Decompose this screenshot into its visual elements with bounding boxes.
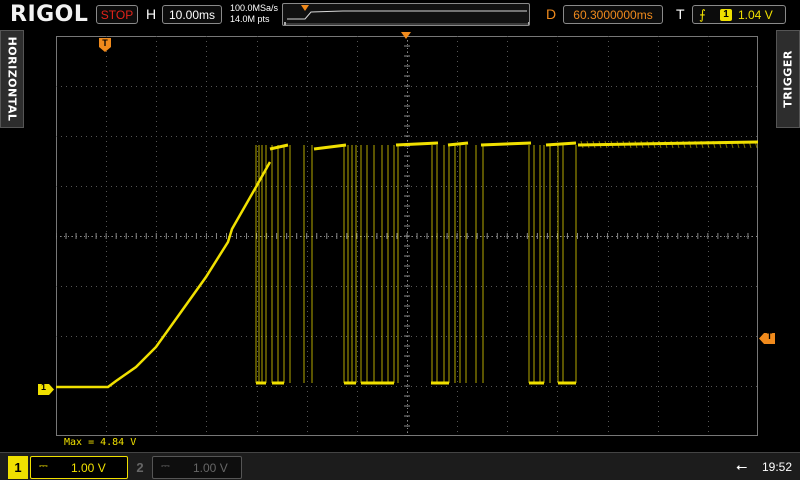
trace-high-segment xyxy=(313,143,347,151)
horizontal-label: H xyxy=(146,6,157,22)
horizontal-scale-value: 10.00ms xyxy=(168,8,216,22)
acquisition-info: 100.0MSa/s 14.0M pts xyxy=(230,3,278,25)
trace-rise-segment xyxy=(56,161,272,389)
trace-high-segment xyxy=(269,143,289,151)
trigger-box[interactable]: ⨍ 1 1.04 V xyxy=(692,5,786,24)
preview-trace xyxy=(287,10,527,20)
bottom-status-bar: 1 ⎓ 1.00 V 2 ⎓ 1.00 V ⭠ 19:52 xyxy=(0,452,800,480)
sample-rate: 100.0MSa/s xyxy=(230,3,279,13)
delay-box[interactable]: 60.3000000ms xyxy=(563,5,663,24)
channel-1-tab[interactable]: 1 ⎓ 1.00 V xyxy=(8,456,128,479)
system-status: ⭠ 19:52 xyxy=(660,453,800,480)
memory-depth: 14.0M pts xyxy=(230,14,270,24)
channel-1-number: 1 xyxy=(8,456,28,479)
trigger-level-value: 1.04 V xyxy=(738,8,773,22)
center-position-icon xyxy=(401,32,411,39)
usb-icon: ⭠ xyxy=(736,458,748,474)
preview-right-bracket xyxy=(528,22,529,25)
channel-1-marker-label: 1 xyxy=(40,382,46,392)
brand-logo: RIGOL xyxy=(10,2,89,27)
dc-coupling-icon: ⎓ xyxy=(39,460,48,472)
channel-1-trace xyxy=(56,140,758,389)
preview-left-bracket xyxy=(284,22,286,25)
trigger-level-label: T xyxy=(766,331,773,341)
channel-2-settings[interactable]: ⎓ 1.00 V xyxy=(152,456,242,479)
max-measurement: Max = 4.84 V xyxy=(64,437,137,448)
channel-1-scale: 1.00 V xyxy=(71,461,106,475)
horizontal-scale-box[interactable]: 10.00ms xyxy=(162,5,222,24)
channel-1-offset-marker[interactable]: 1 xyxy=(38,382,54,395)
delay-value: 60.3000000ms xyxy=(573,8,653,22)
trigger-source-badge: 1 xyxy=(720,9,732,21)
delay-label: D xyxy=(546,6,557,22)
dc-coupling-icon: ⎓ xyxy=(161,460,170,472)
trigger-level-marker[interactable]: T xyxy=(759,331,775,344)
trace-high-segment xyxy=(480,141,532,147)
trigger-label: T xyxy=(676,6,685,22)
trigger-tab-label: TRIGGER xyxy=(781,50,795,108)
trigger-position-marker[interactable]: T xyxy=(99,38,111,52)
rising-edge-icon: ⨍ xyxy=(699,7,706,22)
trigger-position-label: T xyxy=(102,38,108,48)
trace-high-segment xyxy=(395,141,439,147)
channel-1-settings[interactable]: ⎓ 1.00 V xyxy=(30,456,128,479)
run-stop-status[interactable]: STOP xyxy=(96,5,138,24)
channel-2-number: 2 xyxy=(136,460,144,475)
waveform-display[interactable] xyxy=(56,36,758,436)
trigger-menu-tab[interactable]: TRIGGER xyxy=(776,30,800,128)
clock: 19:52 xyxy=(762,460,793,474)
run-status-label: STOP xyxy=(100,8,134,22)
channel-2-scale: 1.00 V xyxy=(193,461,228,475)
trace-high-segment xyxy=(545,141,577,147)
preview-trigger-icon xyxy=(301,5,309,11)
memory-preview-waveform xyxy=(284,5,529,25)
top-status-bar: RIGOL STOP H 10.00ms 100.0MSa/s 14.0M pt… xyxy=(0,0,800,30)
horizontal-tab-label: HORIZONTAL xyxy=(5,36,19,122)
horizontal-menu-tab[interactable]: HORIZONTAL xyxy=(0,30,24,128)
trace-high-segment xyxy=(447,141,469,147)
memory-preview-bar[interactable] xyxy=(282,3,530,26)
channel-2-tab[interactable]: 2 ⎓ 1.00 V xyxy=(130,456,250,479)
